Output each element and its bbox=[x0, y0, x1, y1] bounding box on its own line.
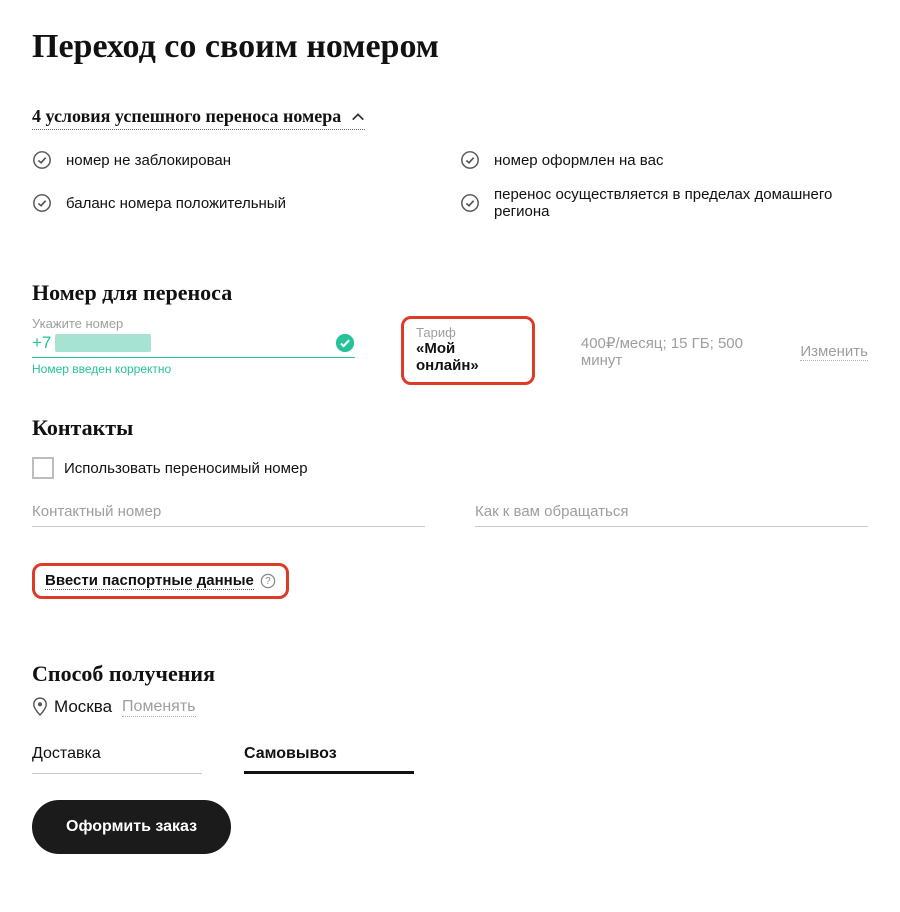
condition-text: перенос осуществляется в пределах домашн… bbox=[494, 186, 868, 220]
checkbox-label: Использовать переносимый номер bbox=[64, 460, 308, 477]
contacts-heading: Контакты bbox=[32, 415, 868, 441]
condition-item: перенос осуществляется в пределах домашн… bbox=[460, 186, 868, 220]
tariff-highlight-box: Тариф «Мой онлайн» bbox=[401, 316, 535, 385]
change-city-link[interactable]: Поменять bbox=[122, 698, 195, 717]
conditions-list: номер не заблокирован номер оформлен на … bbox=[32, 150, 868, 220]
valid-check-icon bbox=[335, 333, 355, 353]
passport-label: Ввести паспортные данные bbox=[45, 572, 254, 590]
delivery-tabs: Доставка Самовывоз bbox=[32, 739, 868, 774]
change-tariff-link[interactable]: Изменить bbox=[800, 343, 868, 361]
tariff-label: Тариф bbox=[416, 325, 520, 340]
condition-item: баланс номера положительный bbox=[32, 186, 440, 220]
check-circle-icon bbox=[460, 150, 480, 170]
passport-data-toggle[interactable]: Ввести паспортные данные ? bbox=[32, 563, 289, 599]
tab-pickup[interactable]: Самовывоз bbox=[244, 739, 414, 774]
conditions-accordion-label: 4 условия успешного переноса номера bbox=[32, 106, 341, 127]
condition-item: номер не заблокирован bbox=[32, 150, 440, 170]
svg-text:?: ? bbox=[265, 576, 271, 587]
transfer-number-label: Укажите номер bbox=[32, 316, 355, 331]
chevron-up-icon bbox=[351, 110, 365, 124]
transfer-number-field[interactable]: Укажите номер +7 Номер введен корректно bbox=[32, 316, 355, 376]
page-title: Переход со своим номером bbox=[32, 28, 868, 66]
help-icon[interactable]: ? bbox=[260, 573, 276, 589]
tab-delivery[interactable]: Доставка bbox=[32, 739, 202, 774]
use-transfer-number-checkbox-row[interactable]: Использовать переносимый номер bbox=[32, 457, 868, 479]
phone-prefix: +7 bbox=[32, 333, 51, 353]
tariff-name: «Мой онлайн» bbox=[416, 340, 520, 374]
location-pin-icon bbox=[32, 697, 48, 717]
check-circle-icon bbox=[460, 193, 480, 213]
submit-order-button[interactable]: Оформить заказ bbox=[32, 800, 231, 854]
delivery-city: Москва bbox=[54, 697, 112, 717]
condition-text: номер оформлен на вас bbox=[494, 152, 663, 169]
transfer-heading: Номер для переноса bbox=[32, 280, 868, 306]
contact-name-input[interactable] bbox=[475, 497, 868, 527]
check-circle-icon bbox=[32, 150, 52, 170]
phone-masked-value bbox=[55, 334, 151, 352]
tariff-stats: 400₽/месяц; 15 ГБ; 500 минут bbox=[581, 334, 782, 369]
condition-text: баланс номера положительный bbox=[66, 195, 286, 212]
delivery-heading: Способ получения bbox=[32, 661, 868, 687]
contact-phone-input[interactable] bbox=[32, 497, 425, 527]
conditions-accordion-toggle[interactable]: 4 условия успешного переноса номера bbox=[32, 106, 365, 130]
valid-note: Номер введен корректно bbox=[32, 362, 355, 376]
condition-item: номер оформлен на вас bbox=[460, 150, 868, 170]
checkbox-icon[interactable] bbox=[32, 457, 54, 479]
check-circle-icon bbox=[32, 193, 52, 213]
condition-text: номер не заблокирован bbox=[66, 152, 231, 169]
